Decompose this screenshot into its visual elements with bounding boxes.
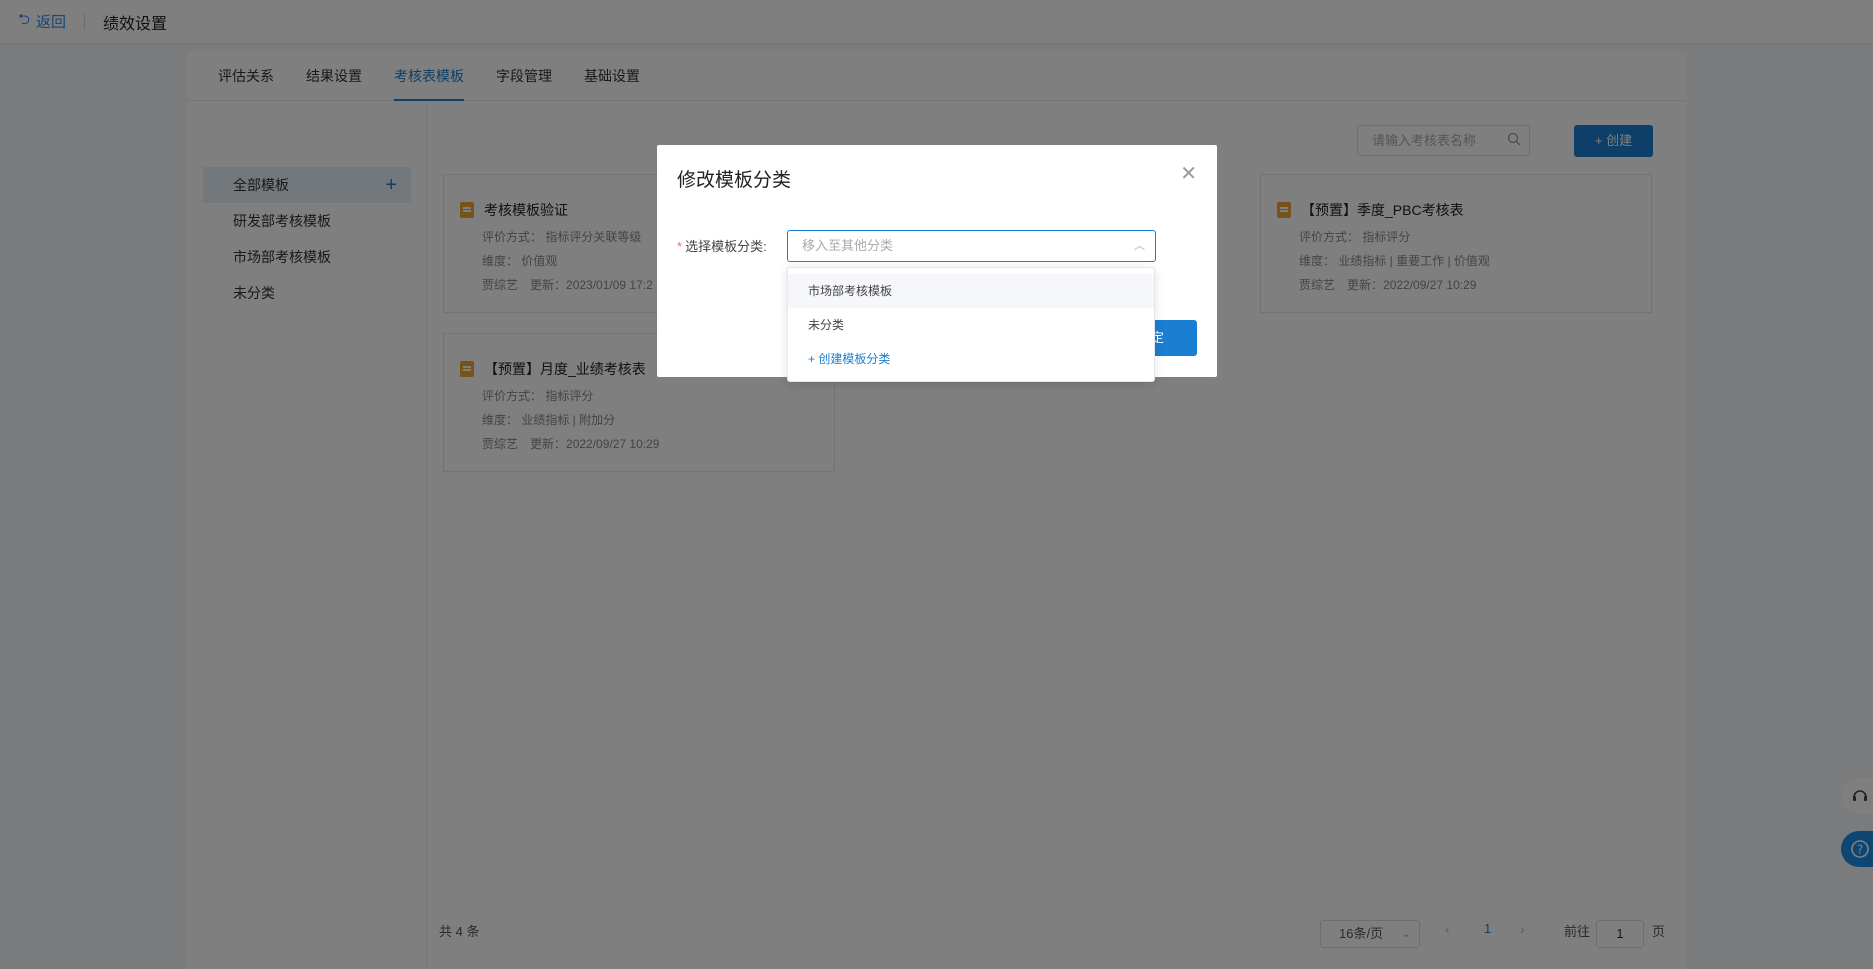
dropdown-option-marketing[interactable]: 市场部考核模板 <box>788 274 1154 308</box>
create-category-option[interactable]: + 创建模板分类 <box>788 342 1154 376</box>
dropdown-option-uncategorized[interactable]: 未分类 <box>788 308 1154 342</box>
select-placeholder: 移入至其他分类 <box>802 238 894 253</box>
field-label-text: 选择模板分类: <box>685 239 767 254</box>
category-field-label: * 选择模板分类: <box>677 236 767 255</box>
dialog-title: 修改模板分类 <box>677 170 792 191</box>
category-dropdown: 市场部考核模板 未分类 + 创建模板分类 <box>787 267 1155 382</box>
chevron-up-icon: ︿ <box>1134 240 1145 252</box>
required-mark: * <box>677 239 683 254</box>
category-select[interactable]: 移入至其他分类 ︿ <box>787 230 1156 262</box>
close-icon[interactable]: ✕ <box>1180 161 1197 186</box>
